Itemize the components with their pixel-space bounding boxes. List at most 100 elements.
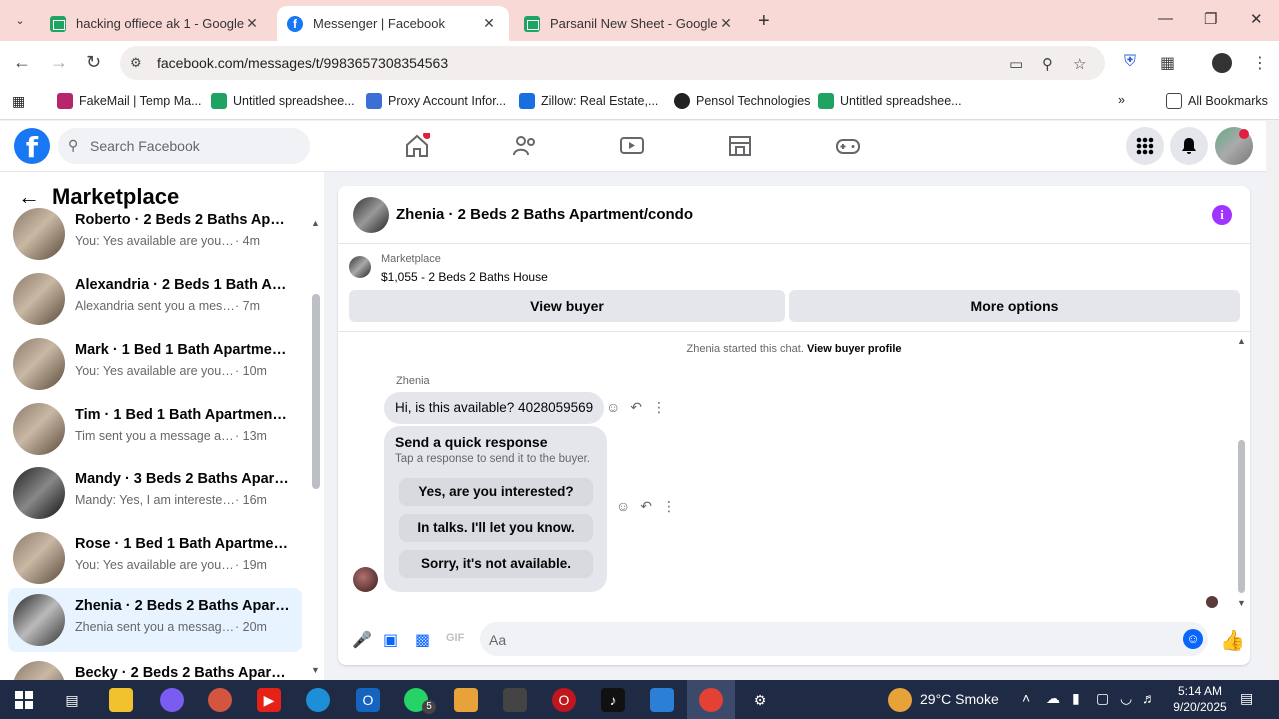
notifications-icon[interactable]: ▤ [1240,690,1253,707]
file-explorer-icon[interactable] [109,688,133,712]
quick-response-option[interactable]: Sorry, it's not available. [399,550,593,578]
conversation-item[interactable]: Rose · 1 Bed 1 Bath Apartment/c... You: … [8,526,302,590]
reply-icon[interactable]: ↶ [640,498,652,515]
onedrive-icon[interactable]: ☁ [1046,690,1060,707]
more-icon[interactable]: ⋮ [652,399,666,416]
bookmark-pensol[interactable]: Pensol Technologies [674,93,810,109]
settings-gear-icon[interactable]: ⚙ [748,688,772,712]
bookmark-spreadsheet-2[interactable]: Untitled spreadshee... [818,93,962,109]
more-options-button[interactable]: More options [789,290,1240,322]
conversation-item-active[interactable]: Zhenia · 2 Beds 2 Baths Apartm... Zhenia… [8,588,302,652]
new-tab-icon[interactable]: + [758,10,770,33]
scroll-down-arrow-icon[interactable]: ▼ [311,665,320,675]
scroll-up-arrow-icon[interactable]: ▲ [311,218,320,228]
friends-icon[interactable] [512,133,538,159]
zoom-icon[interactable]: ⚲ [1042,55,1053,73]
react-emoji-icon[interactable]: ☺ [616,498,630,515]
home-icon[interactable] [404,133,430,159]
gaming-icon[interactable] [835,133,861,159]
photo-icon[interactable]: ▣ [383,630,398,650]
close-window-icon[interactable]: ✕ [1250,10,1263,28]
microphone-icon[interactable]: 🎤 [352,630,372,650]
bookmark-zillow[interactable]: Zillow: Real Estate,... [519,93,658,109]
all-bookmarks[interactable]: All Bookmarks [1166,93,1268,109]
install-app-icon[interactable]: ▭ [1009,55,1023,73]
app-icon[interactable] [503,688,527,712]
tab-parsanil-sheet[interactable]: Parsanil New Sheet - Google Sh ✕ [514,6,744,41]
react-emoji-icon[interactable]: ☺ [606,399,620,416]
forward-icon[interactable]: → [50,52,68,73]
shield-extension-icon[interactable]: ⛨ [1124,53,1136,71]
opera-icon[interactable]: O [552,688,576,712]
app-icon[interactable] [454,688,478,712]
page-scrollbar[interactable] [1266,121,1279,680]
chat-scrollbar[interactable] [1238,440,1245,593]
copilot-icon[interactable] [160,688,184,712]
chrome-icon[interactable] [699,688,723,712]
quick-response-option[interactable]: In talks. I'll let you know. [399,514,593,542]
info-icon[interactable]: i [1212,205,1232,225]
tab-hacking-sheet[interactable]: hacking offiece ak 1 - Google Sh ✕ [40,6,270,41]
clock[interactable]: 5:14 AM 9/20/2025 [1168,683,1232,715]
back-icon[interactable]: ← [13,52,31,73]
notifications-bell-icon[interactable] [1170,127,1208,165]
tab-messenger[interactable]: f Messenger | Facebook ✕ [277,6,509,41]
url-text[interactable]: facebook.com/messages/t/9983657308354563 [157,55,448,71]
profile-avatar[interactable] [1212,53,1232,73]
youtube-icon[interactable]: ▶ [257,688,281,712]
scroll-down-arrow-icon[interactable]: ▼ [1237,598,1246,608]
conversation-item[interactable]: Mandy · 3 Beds 2 Baths Apartm... Mandy: … [8,461,302,525]
menu-grid-icon[interactable] [1126,127,1164,165]
volume-icon[interactable]: ♬ [1142,690,1156,706]
chat-title[interactable]: Zhenia · 2 Beds 2 Baths Apartment/condo [396,206,693,223]
facebook-search-input[interactable]: ⚲ Search Facebook [58,128,310,164]
quick-response-option[interactable]: Yes, are you interested? [399,478,593,506]
chrome-menu-icon[interactable]: ⋮ [1252,53,1268,73]
battery-icon[interactable]: ▮ [1072,690,1080,707]
minimize-icon[interactable]: — [1158,10,1173,27]
view-buyer-button[interactable]: View buyer [349,290,785,322]
edge-icon[interactable] [306,688,330,712]
message-input[interactable]: Aa ☺ [480,622,1208,656]
like-thumbs-up-icon[interactable]: 👍 [1220,628,1245,653]
wifi-icon[interactable]: ◡ [1120,690,1132,707]
address-bar[interactable]: ⚙ facebook.com/messages/t/99836573083545… [120,46,1105,80]
bookmark-spreadsheet-1[interactable]: Untitled spreadshee... [211,93,355,109]
marketplace-icon[interactable] [727,133,753,159]
apps-grid-icon[interactable]: ▦ [12,93,25,110]
close-tab-icon[interactable]: ✕ [718,15,734,32]
facebook-logo[interactable]: f [14,128,50,164]
conversation-item[interactable]: Mark · 1 Bed 1 Bath Apartment/... You: Y… [8,332,302,396]
gif-icon[interactable]: GIF [446,632,464,644]
conversation-item[interactable]: Tim · 1 Bed 1 Bath Apartment/co... Tim s… [8,397,302,461]
site-info-icon[interactable]: ⚙ [130,55,142,71]
listing-thumbnail[interactable] [349,256,371,278]
sidebar-scrollbar[interactable] [312,294,320,489]
listing-price[interactable]: $1,055 - 2 Beds 2 Baths House [381,270,548,284]
conversation-item[interactable]: Becky · 2 Beds 2 Baths Apartme... [8,655,302,680]
bookmark-star-icon[interactable]: ☆ [1073,55,1086,73]
view-buyer-profile-link[interactable]: View buyer profile [807,343,902,355]
sender-avatar[interactable] [353,567,378,592]
close-tab-icon[interactable]: ✕ [481,15,497,32]
more-icon[interactable]: ⋮ [662,498,676,515]
close-tab-icon[interactable]: ✕ [244,15,260,32]
bookmark-fakemail[interactable]: FakeMail | Temp Ma... [57,93,202,109]
reload-icon[interactable]: ↻ [86,52,101,73]
conversation-item[interactable]: Alexandria · 2 Beds 1 Bath Apart... Alex… [8,267,302,331]
emoji-icon[interactable]: ☺ [1183,629,1203,649]
scroll-up-arrow-icon[interactable]: ▲ [1237,336,1246,346]
weather-text[interactable]: 29°C Smoke [920,691,999,707]
tiktok-icon[interactable]: ♪ [601,688,625,712]
outlook-icon[interactable]: O [356,688,380,712]
video-icon[interactable] [619,133,645,159]
device-icon[interactable]: ▢ [1096,690,1109,707]
extensions-puzzle-icon[interactable]: ▦ [1160,53,1175,73]
restore-icon[interactable]: ❐ [1204,10,1217,28]
app-icon[interactable] [208,688,232,712]
more-bookmarks-icon[interactable]: » [1118,93,1125,107]
show-hidden-icons[interactable]: ˄ [1022,690,1030,706]
reply-icon[interactable]: ↶ [630,399,642,416]
conversation-item[interactable]: Roberto · 2 Beds 2 Baths Apart... You: Y… [8,202,302,266]
tab-search-chevron-icon[interactable]: ⌄ [8,8,32,32]
